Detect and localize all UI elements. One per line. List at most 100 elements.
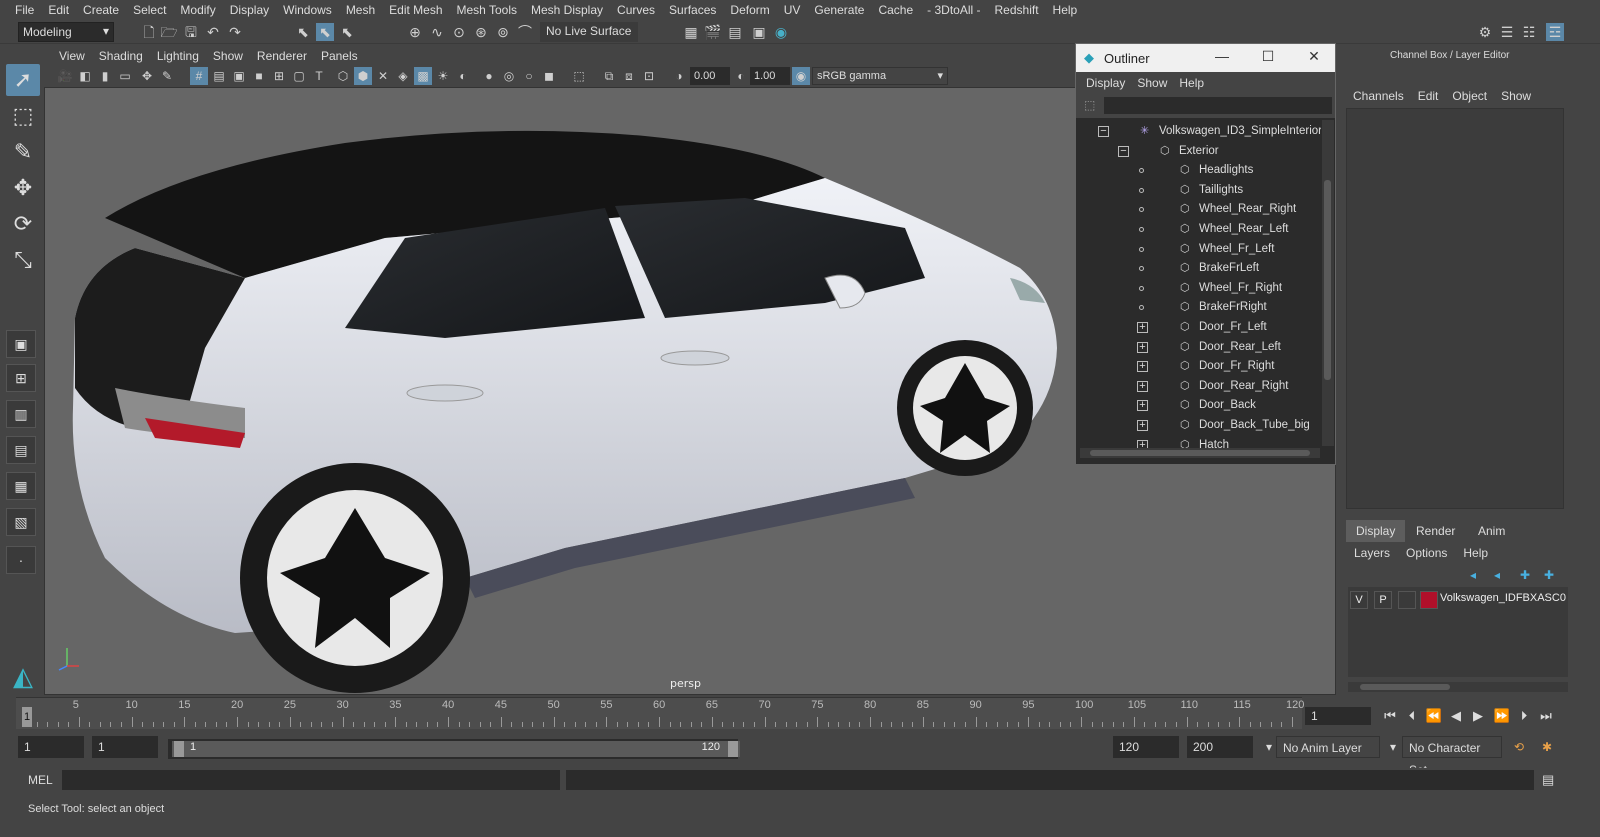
outliner-item[interactable]: ⬡ Taillights — [1180, 181, 1243, 200]
layer-playback-toggle[interactable]: P — [1374, 591, 1392, 609]
expand-icon[interactable]: + — [1137, 341, 1148, 353]
custom-layout-icon[interactable]: · — [6, 546, 36, 574]
outliner-menu-help[interactable]: Help — [1173, 76, 1210, 90]
go-to-end-icon[interactable]: ⏭ — [1536, 706, 1556, 726]
play-forwards-icon[interactable]: ▶ — [1468, 706, 1488, 726]
scroll-thumb[interactable] — [1360, 684, 1450, 690]
snap-view-plane-icon[interactable]: ⊚ — [494, 23, 512, 41]
shadows-icon[interactable]: ◐ — [454, 67, 472, 85]
persp-hypershade-layout-icon[interactable]: ▦ — [6, 472, 36, 500]
move-layer-up-icon[interactable]: ◂ — [1470, 568, 1476, 582]
current-frame-field[interactable]: 1 — [1305, 707, 1371, 725]
outliner-item[interactable]: ⬡ Wheel_Fr_Left — [1180, 240, 1274, 259]
filter-icon[interactable]: ⬚ — [1084, 98, 1095, 112]
channel-box-body[interactable] — [1346, 108, 1564, 509]
menu-deform[interactable]: Deform — [723, 3, 776, 17]
channel-box-menu-show[interactable]: Show — [1494, 89, 1538, 103]
outliner-menu-display[interactable]: Display — [1080, 76, 1131, 90]
viewport-menu-panels[interactable]: Panels — [314, 49, 365, 63]
expand-icon[interactable]: + — [1137, 380, 1148, 392]
attribute-editor-icon[interactable]: ☰ — [1498, 23, 1516, 41]
ambient-occlusion-icon[interactable]: ● — [480, 67, 498, 85]
outliner-vertical-scrollbar[interactable] — [1322, 120, 1334, 446]
menu-set-dropdown[interactable]: Modeling ▾ — [18, 22, 114, 42]
menu-edit-mesh[interactable]: Edit Mesh — [382, 3, 449, 17]
persp-outliner-layout-icon[interactable]: ▥ — [6, 400, 36, 428]
menu-windows[interactable]: Windows — [276, 3, 339, 17]
outliner-menu-show[interactable]: Show — [1131, 76, 1173, 90]
layer-list-hscrollbar[interactable] — [1348, 682, 1568, 692]
layer-editor-menu-layers[interactable]: Layers — [1346, 546, 1398, 560]
select-object-icon[interactable]: ⬉ — [316, 23, 334, 41]
textured-icon[interactable]: ▩ — [414, 67, 432, 85]
backface-culling-icon[interactable]: ⊡ — [640, 67, 658, 85]
channel-box-toggle-icon[interactable]: ☲ — [1546, 23, 1564, 41]
new-layer-icon[interactable]: ✚ — [1520, 568, 1530, 582]
auto-key-icon[interactable]: ⟲ — [1508, 736, 1530, 758]
menu-uv[interactable]: UV — [777, 3, 808, 17]
open-scene-icon[interactable]: 🗁 — [160, 23, 178, 41]
menu-display[interactable]: Display — [223, 3, 276, 17]
channel-box-menu-channels[interactable]: Channels — [1346, 89, 1411, 103]
menu-curves[interactable]: Curves — [610, 3, 662, 17]
camera-select-icon[interactable]: 🎥 — [56, 67, 74, 85]
channel-box-menu-object[interactable]: Object — [1445, 89, 1494, 103]
menu-cache[interactable]: Cache — [871, 3, 920, 17]
go-to-start-icon[interactable]: ⏮ — [1380, 706, 1400, 726]
four-view-icon[interactable]: ⊞ — [6, 364, 36, 392]
save-scene-icon[interactable]: 🖫 — [182, 23, 200, 41]
2d-pan-zoom-icon[interactable]: ✥ — [138, 67, 156, 85]
range-slider-handle[interactable]: 1 120 — [172, 741, 740, 757]
step-back-key-icon[interactable]: ⏪ — [1424, 706, 1444, 726]
film-gate-icon[interactable]: ▤ — [210, 67, 228, 85]
menu-select[interactable]: Select — [126, 3, 173, 17]
render-settings-icon[interactable]: ▣ — [750, 23, 768, 41]
exposure-field[interactable]: 0.00 — [690, 67, 730, 85]
select-hierarchy-icon[interactable]: ⬉ — [294, 23, 312, 41]
play-backwards-icon[interactable]: ◀ — [1446, 706, 1466, 726]
xray-icon[interactable]: ◈ — [394, 67, 412, 85]
lighting-icon[interactable]: ☀ — [434, 67, 452, 85]
new-layer-selected-icon[interactable]: ✚ — [1544, 568, 1554, 582]
animation-start-field[interactable]: 1 — [18, 736, 84, 758]
outliner-item[interactable]: ✳ Volkswagen_ID3_SimpleInterior — [1140, 122, 1321, 141]
safe-action-icon[interactable]: ▢ — [290, 67, 308, 85]
step-forward-key-icon[interactable]: ⏩ — [1492, 706, 1512, 726]
select-component-icon[interactable]: ⬉ — [338, 23, 356, 41]
paint-select-tool-icon[interactable]: ✎ — [6, 136, 40, 168]
menu-surfaces[interactable]: Surfaces — [662, 3, 723, 17]
tab-render[interactable]: Render — [1406, 520, 1465, 542]
wireframe-on-shaded-icon[interactable]: ✕ — [374, 67, 392, 85]
layer-name[interactable]: Volkswagen_IDFBXASC0 — [1440, 592, 1566, 604]
anti-aliasing-icon[interactable]: ○ — [520, 67, 538, 85]
animation-end-field[interactable]: 200 — [1187, 736, 1253, 758]
playback-start-field[interactable]: 1 — [92, 736, 158, 758]
scroll-thumb[interactable] — [1324, 180, 1331, 380]
outliner-item[interactable]: ⬡ Door_Back — [1180, 396, 1256, 415]
layer-editor-menu-help[interactable]: Help — [1455, 546, 1496, 560]
snap-point-icon[interactable]: ⊙ — [450, 23, 468, 41]
exposure-icon[interactable]: ◑ — [670, 67, 688, 85]
outliner-titlebar[interactable]: ◆ Outliner — ☐ ✕ — [1076, 44, 1335, 72]
menu-redshift[interactable]: Redshift — [988, 3, 1046, 17]
outliner-search-input[interactable] — [1104, 97, 1332, 114]
redo-icon[interactable]: ↷ — [226, 23, 244, 41]
menu-mesh[interactable]: Mesh — [339, 3, 382, 17]
scale-tool-icon[interactable]: ⤡ — [6, 244, 40, 276]
make-live-icon[interactable]: ⌒ — [516, 23, 534, 41]
playback-end-field[interactable]: 120 — [1113, 736, 1179, 758]
viewport-menu-renderer[interactable]: Renderer — [250, 49, 314, 63]
tab-anim[interactable]: Anim — [1468, 520, 1515, 542]
hypershade-icon[interactable]: ◉ — [772, 23, 790, 41]
resolution-gate-icon[interactable]: ▣ — [230, 67, 248, 85]
step-forward-frame-icon[interactable]: ⏵ — [1514, 706, 1534, 726]
wireframe-icon[interactable]: ⬡ — [334, 67, 352, 85]
menu-file[interactable]: File — [8, 3, 41, 17]
modeling-toolkit-icon[interactable]: ⚙ — [1476, 23, 1494, 41]
layer-editor-menu-options[interactable]: Options — [1398, 546, 1455, 560]
maximize-icon[interactable]: ☐ — [1248, 48, 1288, 65]
outliner-item[interactable]: ⬡ Door_Fr_Right — [1180, 357, 1274, 376]
color-management-icon[interactable]: ◉ — [792, 67, 810, 85]
isolate-select-icon[interactable]: ⬚ — [570, 67, 588, 85]
live-surface-field[interactable]: No Live Surface — [540, 22, 638, 42]
